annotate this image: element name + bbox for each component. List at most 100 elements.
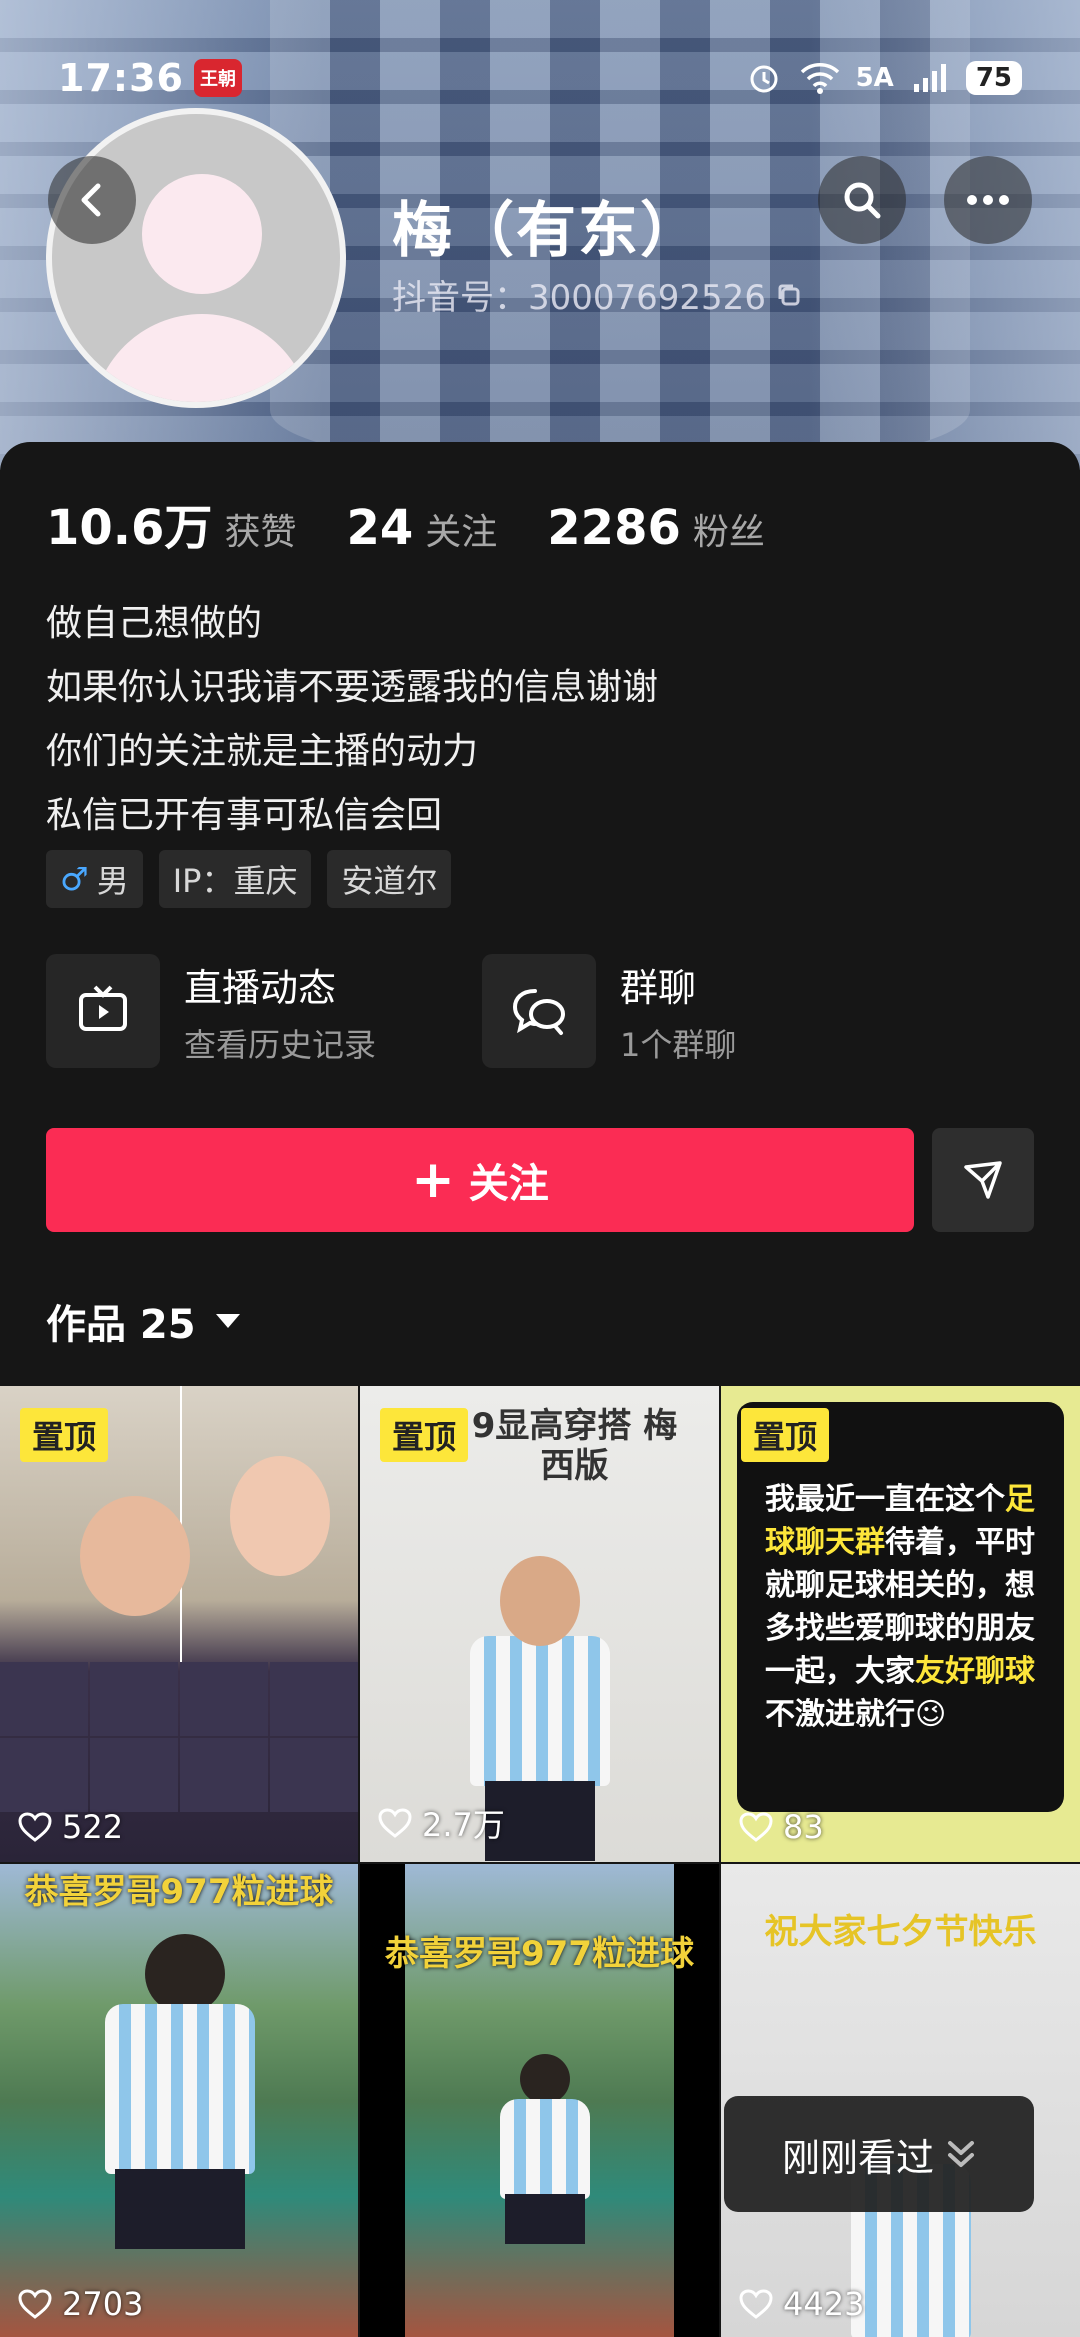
thumbnail-head — [520, 2054, 570, 2104]
feature-group-title: 群聊 — [620, 965, 697, 1010]
bio-line: 你们的关注就是主播的动力 — [46, 731, 479, 772]
status-time: 17:36 — [58, 56, 184, 100]
chat-icon-box — [482, 954, 596, 1068]
recently-viewed-label: 刚刚看过 — [781, 2135, 934, 2180]
thumbnail-text-part: 不激进就行😉 — [765, 1697, 947, 1732]
more-dots-icon — [967, 195, 1009, 205]
stat-likes-count: 10.6万 — [46, 500, 213, 556]
mic-tile — [180, 1738, 268, 1812]
mic-tile — [90, 1662, 178, 1736]
like-count-value: 522 — [62, 1808, 124, 1846]
mic-tile — [0, 1662, 88, 1736]
follow-button[interactable]: + 关注 — [46, 1128, 914, 1232]
stat-fans-label: 粉丝 — [692, 512, 765, 553]
douyin-id-row[interactable]: 抖音号：30007692526 — [392, 270, 802, 319]
mic-tile — [0, 1738, 88, 1812]
thumbnail-head — [145, 1934, 225, 2014]
video-tile[interactable]: 我最近一直在这个足球聊天群待着，平时就聊足球相关的，想多找些爱聊球的朋友一起，大… — [721, 1386, 1080, 1862]
battery-level: 75 — [965, 61, 1022, 95]
thumbnail-person — [80, 1496, 190, 1616]
heart-icon — [18, 2289, 52, 2319]
like-count-value: 83 — [783, 1808, 824, 1846]
stats-row: 10.6万 获赞 24 关注 2286 粉丝 — [46, 488, 765, 558]
video-tile[interactable]: 恭喜罗哥977粒进球 2703 — [0, 1864, 358, 2337]
stat-following[interactable]: 24 关注 — [346, 500, 497, 556]
works-label: 作品 25 — [46, 1302, 196, 1348]
video-tile[interactable]: 恭喜罗哥977粒进球 — [360, 1864, 719, 2337]
search-button[interactable] — [818, 156, 906, 244]
more-button[interactable] — [944, 156, 1032, 244]
feature-live-title: 直播动态 — [184, 965, 337, 1010]
profile-card: 10.6万 获赞 24 关注 2286 粉丝 做自己想做的 如果你认识我请不要透… — [0, 442, 1080, 1382]
feature-group-chat[interactable]: 群聊 1个群聊 — [482, 954, 736, 1068]
works-tab[interactable]: 作品 25 — [46, 1292, 240, 1350]
like-count-value: 2.7万 — [422, 1806, 505, 1844]
heart-icon — [739, 2289, 773, 2319]
tv-icon — [79, 985, 127, 1031]
stat-likes-label: 获赞 — [224, 512, 297, 553]
video-caption: 祝大家七夕节快乐 — [764, 1912, 1037, 1952]
thumbnail-jersey — [105, 2004, 255, 2174]
thumbnail-text-part: 我最近一直在这个 — [765, 1482, 1005, 1517]
tag-location: 安道尔 — [327, 850, 452, 908]
thumbnail-shorts — [115, 2169, 245, 2249]
alarm-icon — [744, 58, 784, 98]
tag-ip-label: IP：重庆 — [172, 862, 298, 900]
douyin-id: 抖音号：30007692526 — [392, 278, 766, 318]
message-button[interactable] — [932, 1128, 1034, 1232]
status-app-badge: 王朝 — [193, 59, 242, 97]
like-count: 2703 — [18, 2285, 143, 2323]
video-caption: 9显高穿搭 梅西版 — [471, 1406, 678, 1486]
search-icon — [844, 182, 881, 219]
tag-gender-label: 男 — [96, 862, 129, 900]
bio: 做自己想做的 如果你认识我请不要透露我的信息谢谢 你们的关注就是主播的动力 私信… — [46, 592, 658, 848]
like-count: 83 — [739, 1808, 824, 1846]
status-bar: 17:36 王朝 5A 75 — [58, 52, 1022, 104]
copy-icon[interactable] — [776, 282, 802, 308]
avatar[interactable] — [46, 108, 346, 408]
thumbnail-shorts — [505, 2194, 585, 2244]
like-count: 2.7万 — [378, 1800, 505, 1846]
tag-ip: IP：重庆 — [158, 850, 312, 908]
like-count-value: 4423 — [783, 2285, 865, 2323]
thumbnail-person — [230, 1456, 330, 1576]
profile-tags: ♂ 男 IP：重庆 安道尔 — [46, 850, 452, 908]
signal-icon — [910, 58, 950, 98]
feature-live-sub: 查看历史记录 — [184, 1025, 377, 1064]
video-caption: 恭喜罗哥977粒进球 — [24, 1872, 334, 1912]
follow-label: 关注 — [468, 1161, 549, 1207]
back-button[interactable] — [48, 156, 136, 244]
heart-icon — [739, 1812, 773, 1842]
pinned-badge: 置顶 — [380, 1408, 469, 1462]
double-chevron-down-icon — [948, 2141, 974, 2167]
recently-viewed-button[interactable]: 刚刚看过 — [724, 2096, 1034, 2212]
pinned-badge: 置顶 — [741, 1408, 830, 1462]
plus-icon: + — [411, 1150, 455, 1210]
avatar-head — [142, 174, 262, 294]
thumbnail-jersey — [500, 2099, 590, 2199]
video-tile[interactable]: 9显高穿搭 梅西版 置顶 2.7万 — [360, 1386, 719, 1862]
heart-icon — [378, 1808, 412, 1838]
profile-name: 梅（有东） — [392, 196, 702, 266]
feature-live-history[interactable]: 直播动态 查看历史记录 — [46, 954, 376, 1068]
group-chat-icon — [512, 989, 565, 1035]
video-tile[interactable]: 置顶 522 — [0, 1386, 358, 1862]
stat-fans[interactable]: 2286 粉丝 — [547, 500, 765, 556]
male-icon: ♂ — [60, 860, 89, 898]
thumbnail-mic-tiles — [0, 1662, 358, 1812]
heart-icon — [18, 1812, 52, 1842]
avatar-body — [92, 314, 312, 402]
chevron-left-icon — [81, 183, 101, 217]
thumbnail-jersey — [470, 1636, 610, 1786]
tag-location-label: 安道尔 — [341, 862, 438, 900]
mic-tile — [90, 1738, 178, 1812]
bio-line: 做自己想做的 — [46, 603, 263, 644]
tag-gender: ♂ 男 — [46, 850, 143, 908]
stat-likes[interactable]: 10.6万 获赞 — [46, 488, 296, 558]
stat-fans-count: 2286 — [547, 500, 681, 556]
mic-tile — [270, 1662, 358, 1736]
like-count: 522 — [18, 1808, 123, 1846]
thumbnail-text: 我最近一直在这个足球聊天群待着，平时就聊足球相关的，想多找些爱聊球的朋友一起，大… — [765, 1478, 1055, 1736]
tv-icon-box — [46, 954, 160, 1068]
stat-following-label: 关注 — [425, 512, 498, 553]
